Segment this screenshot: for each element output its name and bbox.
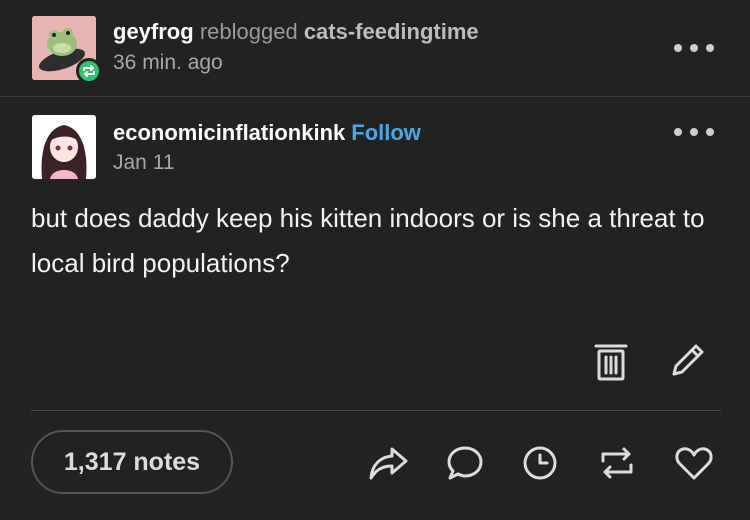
trash-icon[interactable]: [594, 340, 628, 387]
reblogged-label: reblogged: [199, 19, 298, 44]
author-avatar[interactable]: [32, 115, 96, 179]
author-username[interactable]: economicinflationkink: [113, 120, 345, 145]
reblog-time[interactable]: 36 min. ago: [113, 51, 223, 75]
edit-tools: [594, 340, 714, 384]
reblog-icon[interactable]: [595, 441, 639, 485]
heart-icon[interactable]: [672, 441, 716, 485]
more-icon[interactable]: [674, 43, 714, 53]
post-author-row: economicinflationkink Follow Jan 11: [0, 115, 750, 185]
comment-icon[interactable]: [443, 441, 487, 485]
post-body-text: but does daddy keep his kitten indoors o…: [31, 203, 705, 278]
reblog-badge-icon: [76, 58, 102, 84]
reblog-header: geyfrog reblogged cats-feedingtime 36 mi…: [0, 0, 750, 97]
follow-button[interactable]: Follow: [351, 120, 421, 145]
more-icon[interactable]: [674, 127, 714, 137]
author-line: economicinflationkink Follow: [113, 119, 421, 147]
notes-button[interactable]: 1,317 notes: [31, 430, 233, 494]
reblog-source-username[interactable]: cats-feedingtime: [304, 19, 479, 44]
reblogger-username[interactable]: geyfrog: [113, 19, 194, 44]
reblog-line: geyfrog reblogged cats-feedingtime: [113, 18, 479, 46]
post-actions: [366, 441, 716, 485]
footer-divider: [31, 410, 721, 411]
clock-icon[interactable]: [518, 441, 562, 485]
post-date[interactable]: Jan 11: [113, 151, 175, 175]
share-icon[interactable]: [366, 441, 410, 485]
pencil-icon[interactable]: [668, 340, 708, 385]
